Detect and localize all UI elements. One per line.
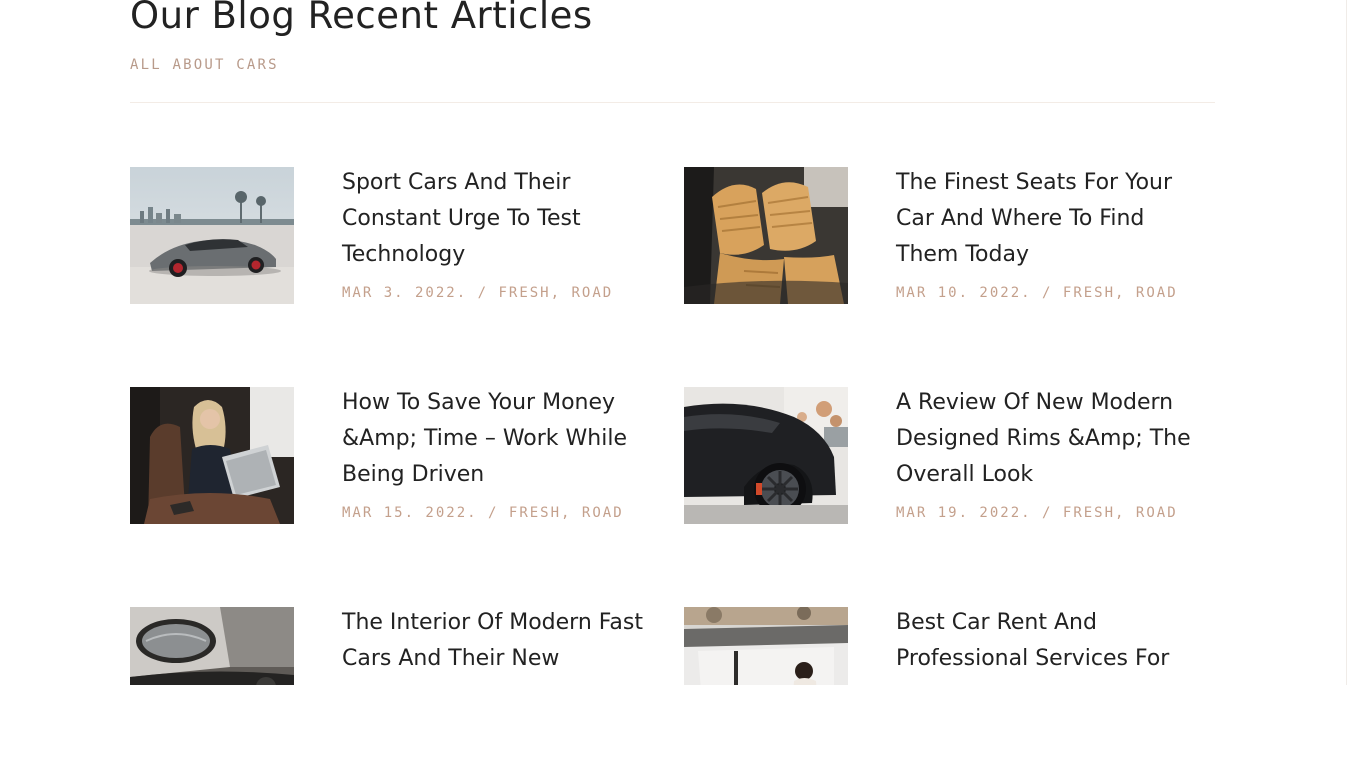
meta-separator: /	[1042, 285, 1053, 301]
article-thumbnail-car-rent[interactable]	[684, 607, 848, 685]
article-date: MAR 15. 2022.	[342, 505, 478, 521]
tan-leather-seats-image	[684, 167, 848, 304]
article-title-link[interactable]: The Finest Seats For Your Car And Where …	[896, 165, 1206, 273]
article-date: MAR 19. 2022.	[896, 505, 1032, 521]
article-meta: MAR 3. 2022. / FRESH, ROAD	[342, 285, 614, 301]
category-link-fresh[interactable]: FRESH	[1063, 285, 1115, 301]
page-subtitle: ALL ABOUT CARS	[130, 57, 279, 73]
category-link-road[interactable]: ROAD	[1136, 505, 1178, 521]
meta-separator: /	[488, 505, 499, 521]
category-link-fresh[interactable]: FRESH	[498, 285, 550, 301]
page-title: Our Blog Recent Articles	[130, 0, 593, 37]
article-meta: MAR 19. 2022. / FRESH, ROAD	[896, 505, 1178, 521]
car-side-mirror-image	[130, 607, 294, 685]
article-title-link[interactable]: Best Car Rent And Professional Services …	[896, 605, 1206, 677]
article-title-link[interactable]: How To Save Your Money &Amp; Time – Work…	[342, 385, 652, 493]
black-car-rim-image	[684, 387, 848, 524]
article-meta: MAR 15. 2022. / FRESH, ROAD	[342, 505, 624, 521]
article-thumbnail-seats[interactable]	[684, 167, 848, 304]
article-thumbnail-interior[interactable]	[130, 607, 294, 685]
article-card: A Review Of New Modern Designed Rims &Am…	[684, 387, 1204, 557]
category-link-fresh[interactable]: FRESH	[509, 505, 561, 521]
article-title-link[interactable]: The Interior Of Modern Fast Cars And The…	[342, 605, 652, 677]
article-thumbnail-rims[interactable]	[684, 387, 848, 524]
article-date: MAR 10. 2022.	[896, 285, 1032, 301]
meta-separator: /	[477, 285, 489, 301]
category-link-road[interactable]: ROAD	[582, 505, 624, 521]
article-card: Best Car Rent And Professional Services …	[684, 607, 1204, 685]
woman-with-laptop-in-car-image	[130, 387, 294, 524]
article-card: Sport Cars And Their Constant Urge To Te…	[130, 167, 650, 337]
article-date: MAR 3. 2022.	[342, 285, 468, 301]
article-title-link[interactable]: A Review Of New Modern Designed Rims &Am…	[896, 385, 1206, 493]
article-thumbnail-work-driven[interactable]	[130, 387, 294, 524]
article-thumbnail-sport-car[interactable]	[130, 167, 294, 304]
article-title-link[interactable]: Sport Cars And Their Constant Urge To Te…	[342, 165, 652, 273]
header-divider	[130, 102, 1215, 103]
blog-page: Our Blog Recent Articles ALL ABOUT CARS	[0, 0, 1366, 768]
category-link-fresh[interactable]: FRESH	[1063, 505, 1115, 521]
articles-viewport: Our Blog Recent Articles ALL ABOUT CARS	[0, 0, 1366, 685]
article-card: The Interior Of Modern Fast Cars And The…	[130, 607, 650, 685]
article-card: The Finest Seats For Your Car And Where …	[684, 167, 1204, 337]
article-meta: MAR 10. 2022. / FRESH, ROAD	[896, 285, 1178, 301]
article-card: How To Save Your Money &Amp; Time – Work…	[130, 387, 650, 557]
category-link-road[interactable]: ROAD	[1136, 285, 1178, 301]
grey-sports-car-image	[130, 167, 294, 304]
woman-in-car-window-image	[684, 607, 848, 685]
meta-separator: /	[1042, 505, 1053, 521]
category-link-road[interactable]: ROAD	[572, 285, 614, 301]
